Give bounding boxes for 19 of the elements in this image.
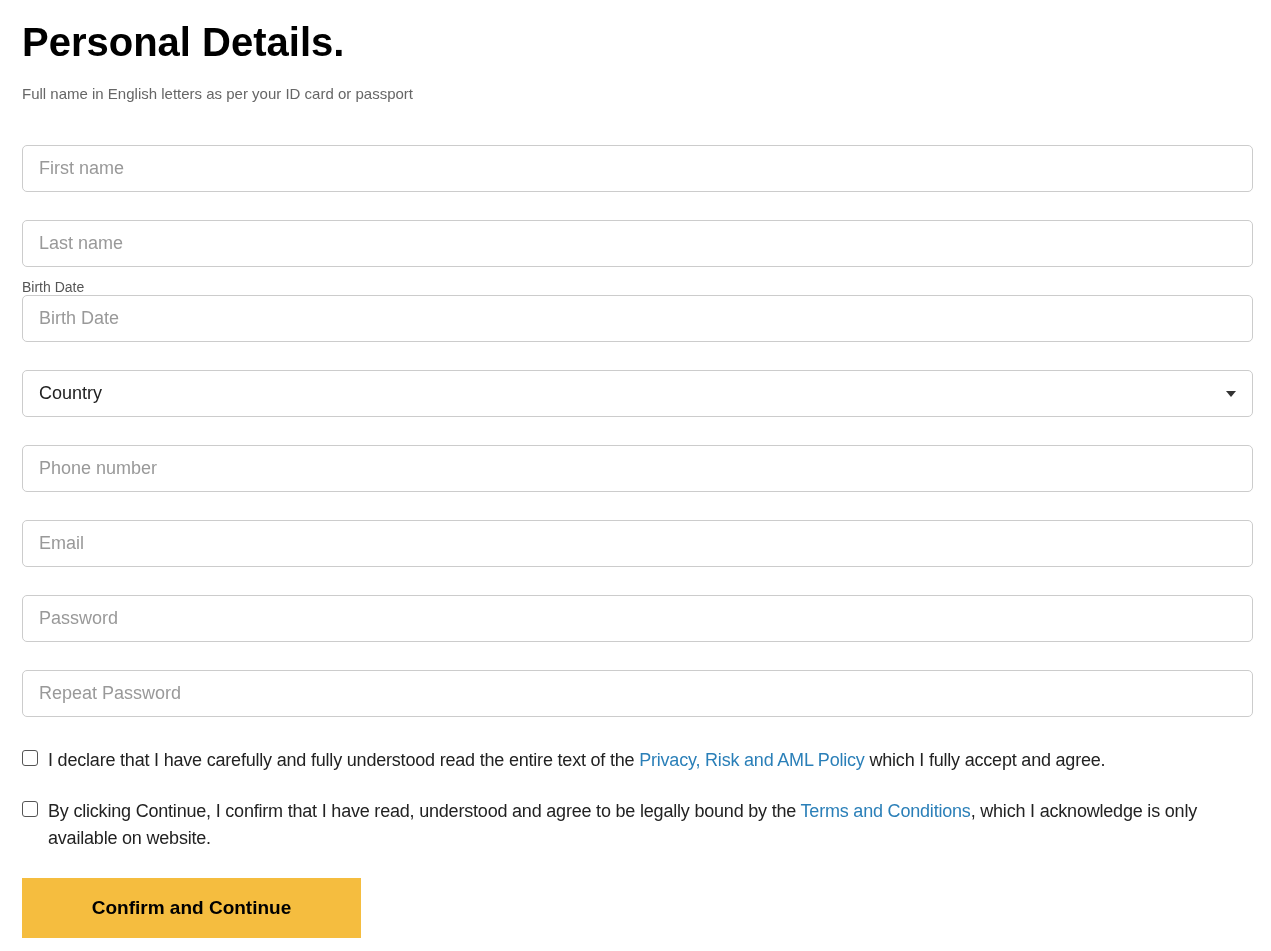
policy-link[interactable]: Terms and Conditions [800,801,971,821]
input-field[interactable]: Repeat Password [22,670,1253,717]
input-field[interactable]: First name [22,145,1253,192]
country-select[interactable]: Country [22,370,1253,417]
checkbox[interactable] [22,750,38,766]
input-field[interactable]: Phone number [22,445,1253,492]
confirm-button[interactable]: Confirm and Continue [22,878,361,938]
input-field[interactable]: Password [22,595,1253,642]
input-field[interactable]: Email [22,520,1253,567]
agreement-text: I declare that I have carefully and fully understood read the entire text of the Privacy, Risk and AML Policy which I fully accept and agree. [48,749,1106,772]
subtitle: Full name in English letters as per your ID card or passport [22,84,414,104]
checkbox[interactable] [22,801,38,817]
input-field[interactable]: Last name [22,220,1253,267]
policy-link[interactable]: Privacy, Risk and AML Policy [639,750,865,770]
agreement-text: By clicking Continue, I confirm that I have read, understood and agree to be legally bound by the Terms and Conditions, which I acknowledge is only available on website. [48,800,1198,850]
field-label: Birth Date [22,279,85,295]
caret-icon [1226,390,1236,397]
input-field[interactable]: Birth Date [22,295,1253,342]
page-title: Personal Details. [22,19,346,66]
